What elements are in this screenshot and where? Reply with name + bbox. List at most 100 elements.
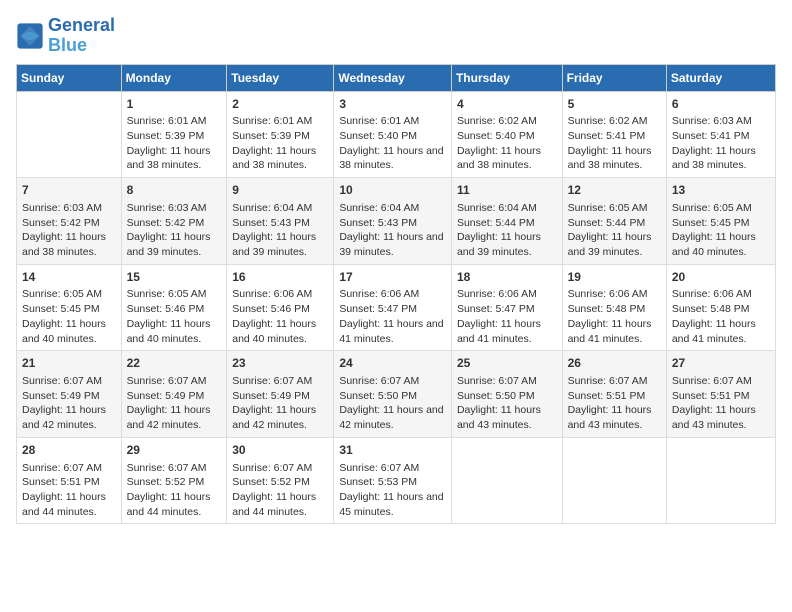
daylight-text: Daylight: 11 hours and 40 minutes. (22, 317, 116, 346)
sunrise-text: Sunrise: 6:06 AM (339, 287, 446, 302)
day-number: 2 (232, 96, 328, 113)
calendar-cell: 1 Sunrise: 6:01 AM Sunset: 5:39 PM Dayli… (121, 91, 227, 178)
day-number: 22 (127, 355, 222, 372)
day-number: 7 (22, 182, 116, 199)
sunrise-text: Sunrise: 6:07 AM (457, 374, 557, 389)
day-number: 12 (568, 182, 661, 199)
calendar-cell: 3 Sunrise: 6:01 AM Sunset: 5:40 PM Dayli… (334, 91, 452, 178)
sunset-text: Sunset: 5:47 PM (457, 302, 557, 317)
daylight-text: Daylight: 11 hours and 38 minutes. (22, 230, 116, 259)
sunrise-text: Sunrise: 6:07 AM (232, 374, 328, 389)
calendar-cell: 6 Sunrise: 6:03 AM Sunset: 5:41 PM Dayli… (666, 91, 775, 178)
sunrise-text: Sunrise: 6:07 AM (22, 374, 116, 389)
sunset-text: Sunset: 5:43 PM (232, 216, 328, 231)
header: General Blue (16, 16, 776, 56)
column-header-wednesday: Wednesday (334, 64, 452, 91)
sunset-text: Sunset: 5:40 PM (339, 129, 446, 144)
day-number: 30 (232, 442, 328, 459)
daylight-text: Daylight: 11 hours and 43 minutes. (457, 403, 557, 432)
calendar-cell: 13 Sunrise: 6:05 AM Sunset: 5:45 PM Dayl… (666, 178, 775, 265)
day-number: 3 (339, 96, 446, 113)
sunrise-text: Sunrise: 6:03 AM (672, 114, 770, 129)
daylight-text: Daylight: 11 hours and 44 minutes. (232, 490, 328, 519)
sunset-text: Sunset: 5:49 PM (22, 389, 116, 404)
sunrise-text: Sunrise: 6:04 AM (457, 201, 557, 216)
day-number: 23 (232, 355, 328, 372)
sunset-text: Sunset: 5:41 PM (568, 129, 661, 144)
logo-icon (16, 22, 44, 50)
daylight-text: Daylight: 11 hours and 41 minutes. (568, 317, 661, 346)
calendar-cell: 2 Sunrise: 6:01 AM Sunset: 5:39 PM Dayli… (227, 91, 334, 178)
daylight-text: Daylight: 11 hours and 39 minutes. (339, 230, 446, 259)
sunset-text: Sunset: 5:40 PM (457, 129, 557, 144)
daylight-text: Daylight: 11 hours and 42 minutes. (232, 403, 328, 432)
sunrise-text: Sunrise: 6:07 AM (672, 374, 770, 389)
sunset-text: Sunset: 5:43 PM (339, 216, 446, 231)
sunset-text: Sunset: 5:48 PM (672, 302, 770, 317)
calendar-cell: 31 Sunrise: 6:07 AM Sunset: 5:53 PM Dayl… (334, 437, 452, 524)
calendar-cell (451, 437, 562, 524)
calendar-cell: 8 Sunrise: 6:03 AM Sunset: 5:42 PM Dayli… (121, 178, 227, 265)
daylight-text: Daylight: 11 hours and 38 minutes. (127, 144, 222, 173)
calendar-cell: 30 Sunrise: 6:07 AM Sunset: 5:52 PM Dayl… (227, 437, 334, 524)
sunset-text: Sunset: 5:39 PM (127, 129, 222, 144)
calendar-cell: 10 Sunrise: 6:04 AM Sunset: 5:43 PM Dayl… (334, 178, 452, 265)
sunrise-text: Sunrise: 6:01 AM (339, 114, 446, 129)
sunset-text: Sunset: 5:44 PM (568, 216, 661, 231)
daylight-text: Daylight: 11 hours and 43 minutes. (672, 403, 770, 432)
calendar-cell: 15 Sunrise: 6:05 AM Sunset: 5:46 PM Dayl… (121, 264, 227, 351)
calendar-cell: 22 Sunrise: 6:07 AM Sunset: 5:49 PM Dayl… (121, 351, 227, 438)
calendar-week-row: 1 Sunrise: 6:01 AM Sunset: 5:39 PM Dayli… (17, 91, 776, 178)
sunset-text: Sunset: 5:42 PM (127, 216, 222, 231)
day-number: 13 (672, 182, 770, 199)
logo-text: General Blue (48, 16, 115, 56)
sunset-text: Sunset: 5:45 PM (22, 302, 116, 317)
daylight-text: Daylight: 11 hours and 39 minutes. (457, 230, 557, 259)
day-number: 26 (568, 355, 661, 372)
daylight-text: Daylight: 11 hours and 39 minutes. (568, 230, 661, 259)
calendar-cell: 28 Sunrise: 6:07 AM Sunset: 5:51 PM Dayl… (17, 437, 122, 524)
sunrise-text: Sunrise: 6:04 AM (232, 201, 328, 216)
column-header-tuesday: Tuesday (227, 64, 334, 91)
sunset-text: Sunset: 5:41 PM (672, 129, 770, 144)
sunrise-text: Sunrise: 6:02 AM (568, 114, 661, 129)
calendar-week-row: 21 Sunrise: 6:07 AM Sunset: 5:49 PM Dayl… (17, 351, 776, 438)
calendar-table: SundayMondayTuesdayWednesdayThursdayFrid… (16, 64, 776, 525)
sunset-text: Sunset: 5:47 PM (339, 302, 446, 317)
day-number: 25 (457, 355, 557, 372)
calendar-cell: 7 Sunrise: 6:03 AM Sunset: 5:42 PM Dayli… (17, 178, 122, 265)
day-number: 31 (339, 442, 446, 459)
sunset-text: Sunset: 5:50 PM (457, 389, 557, 404)
sunset-text: Sunset: 5:49 PM (232, 389, 328, 404)
calendar-cell: 18 Sunrise: 6:06 AM Sunset: 5:47 PM Dayl… (451, 264, 562, 351)
calendar-week-row: 14 Sunrise: 6:05 AM Sunset: 5:45 PM Dayl… (17, 264, 776, 351)
sunrise-text: Sunrise: 6:07 AM (127, 461, 222, 476)
day-number: 16 (232, 269, 328, 286)
sunset-text: Sunset: 5:51 PM (568, 389, 661, 404)
day-number: 18 (457, 269, 557, 286)
daylight-text: Daylight: 11 hours and 41 minutes. (339, 317, 446, 346)
column-header-thursday: Thursday (451, 64, 562, 91)
column-header-friday: Friday (562, 64, 666, 91)
calendar-cell: 23 Sunrise: 6:07 AM Sunset: 5:49 PM Dayl… (227, 351, 334, 438)
sunrise-text: Sunrise: 6:06 AM (672, 287, 770, 302)
sunset-text: Sunset: 5:53 PM (339, 475, 446, 490)
daylight-text: Daylight: 11 hours and 42 minutes. (339, 403, 446, 432)
day-number: 4 (457, 96, 557, 113)
calendar-cell: 5 Sunrise: 6:02 AM Sunset: 5:41 PM Dayli… (562, 91, 666, 178)
column-header-sunday: Sunday (17, 64, 122, 91)
daylight-text: Daylight: 11 hours and 40 minutes. (232, 317, 328, 346)
day-number: 24 (339, 355, 446, 372)
calendar-cell: 20 Sunrise: 6:06 AM Sunset: 5:48 PM Dayl… (666, 264, 775, 351)
daylight-text: Daylight: 11 hours and 39 minutes. (127, 230, 222, 259)
sunset-text: Sunset: 5:44 PM (457, 216, 557, 231)
sunset-text: Sunset: 5:48 PM (568, 302, 661, 317)
sunrise-text: Sunrise: 6:07 AM (127, 374, 222, 389)
sunrise-text: Sunrise: 6:06 AM (568, 287, 661, 302)
sunrise-text: Sunrise: 6:05 AM (22, 287, 116, 302)
calendar-cell: 21 Sunrise: 6:07 AM Sunset: 5:49 PM Dayl… (17, 351, 122, 438)
calendar-body: 1 Sunrise: 6:01 AM Sunset: 5:39 PM Dayli… (17, 91, 776, 524)
calendar-cell (17, 91, 122, 178)
sunrise-text: Sunrise: 6:02 AM (457, 114, 557, 129)
daylight-text: Daylight: 11 hours and 44 minutes. (127, 490, 222, 519)
